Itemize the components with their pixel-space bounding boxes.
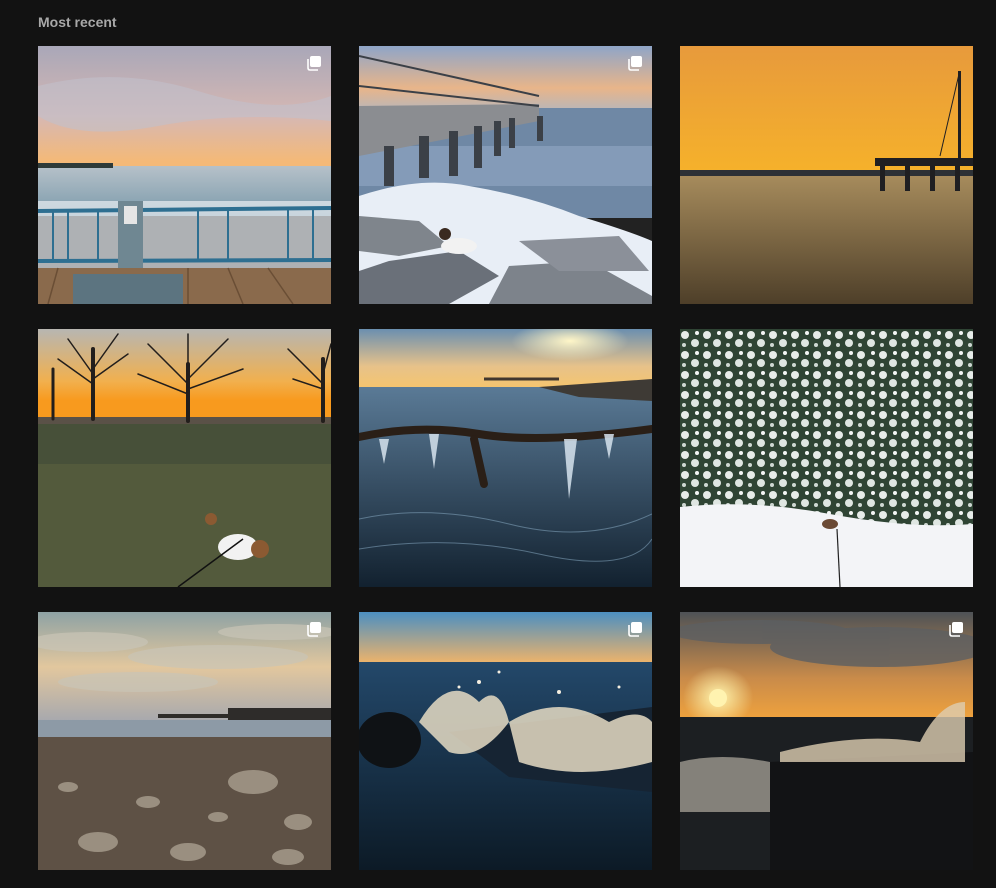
post-grid bbox=[38, 46, 973, 870]
photo-pier-railing-sunset bbox=[38, 46, 331, 304]
post-tile[interactable] bbox=[680, 46, 973, 304]
photo-sunset-wave-splash bbox=[680, 612, 973, 870]
post-tile[interactable] bbox=[680, 329, 973, 587]
photo-pier-icy-rocks-dog bbox=[359, 46, 652, 304]
post-tile[interactable] bbox=[359, 329, 652, 587]
multiple-images-icon bbox=[307, 622, 321, 637]
post-tile[interactable] bbox=[38, 329, 331, 587]
photo-rocky-shore-clouds bbox=[38, 612, 331, 870]
photo-orange-sky-pier bbox=[680, 46, 973, 304]
multiple-images-icon bbox=[628, 56, 642, 71]
multiple-images-icon bbox=[307, 56, 321, 71]
multiple-images-icon bbox=[628, 622, 642, 637]
post-tile[interactable] bbox=[38, 612, 331, 870]
post-tile[interactable] bbox=[359, 46, 652, 304]
section-title: Most recent bbox=[38, 14, 117, 30]
photo-icy-branch-water bbox=[359, 329, 652, 587]
photo-snowy-hedge-dog bbox=[680, 329, 973, 587]
photo-trees-sunset-dog bbox=[38, 329, 331, 587]
multiple-images-icon bbox=[949, 622, 963, 637]
photo-wave-splash-rock bbox=[359, 612, 652, 870]
post-tile[interactable] bbox=[38, 46, 331, 304]
post-tile[interactable] bbox=[359, 612, 652, 870]
post-tile[interactable] bbox=[680, 612, 973, 870]
